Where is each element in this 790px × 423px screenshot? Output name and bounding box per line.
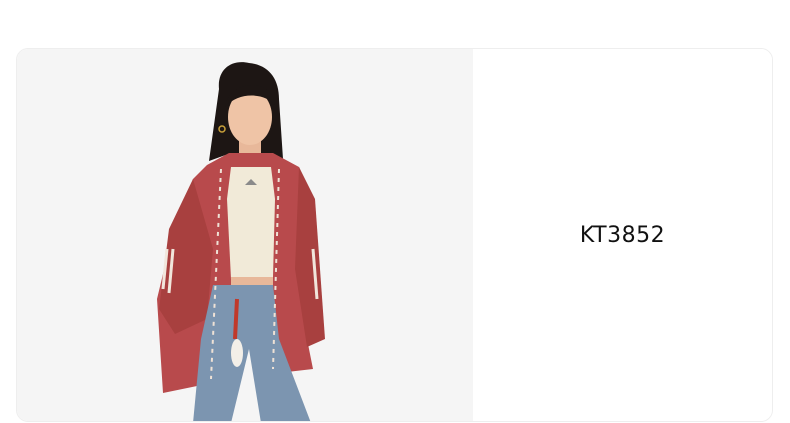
product-info: KT3852 [473,49,772,421]
product-image[interactable] [17,49,473,421]
model-photo [157,62,325,421]
keychain-charm [231,339,243,367]
product-card[interactable]: KT3852 [16,48,773,422]
keychain [233,298,239,340]
midriff [231,277,273,285]
product-code: KT3852 [579,222,666,248]
